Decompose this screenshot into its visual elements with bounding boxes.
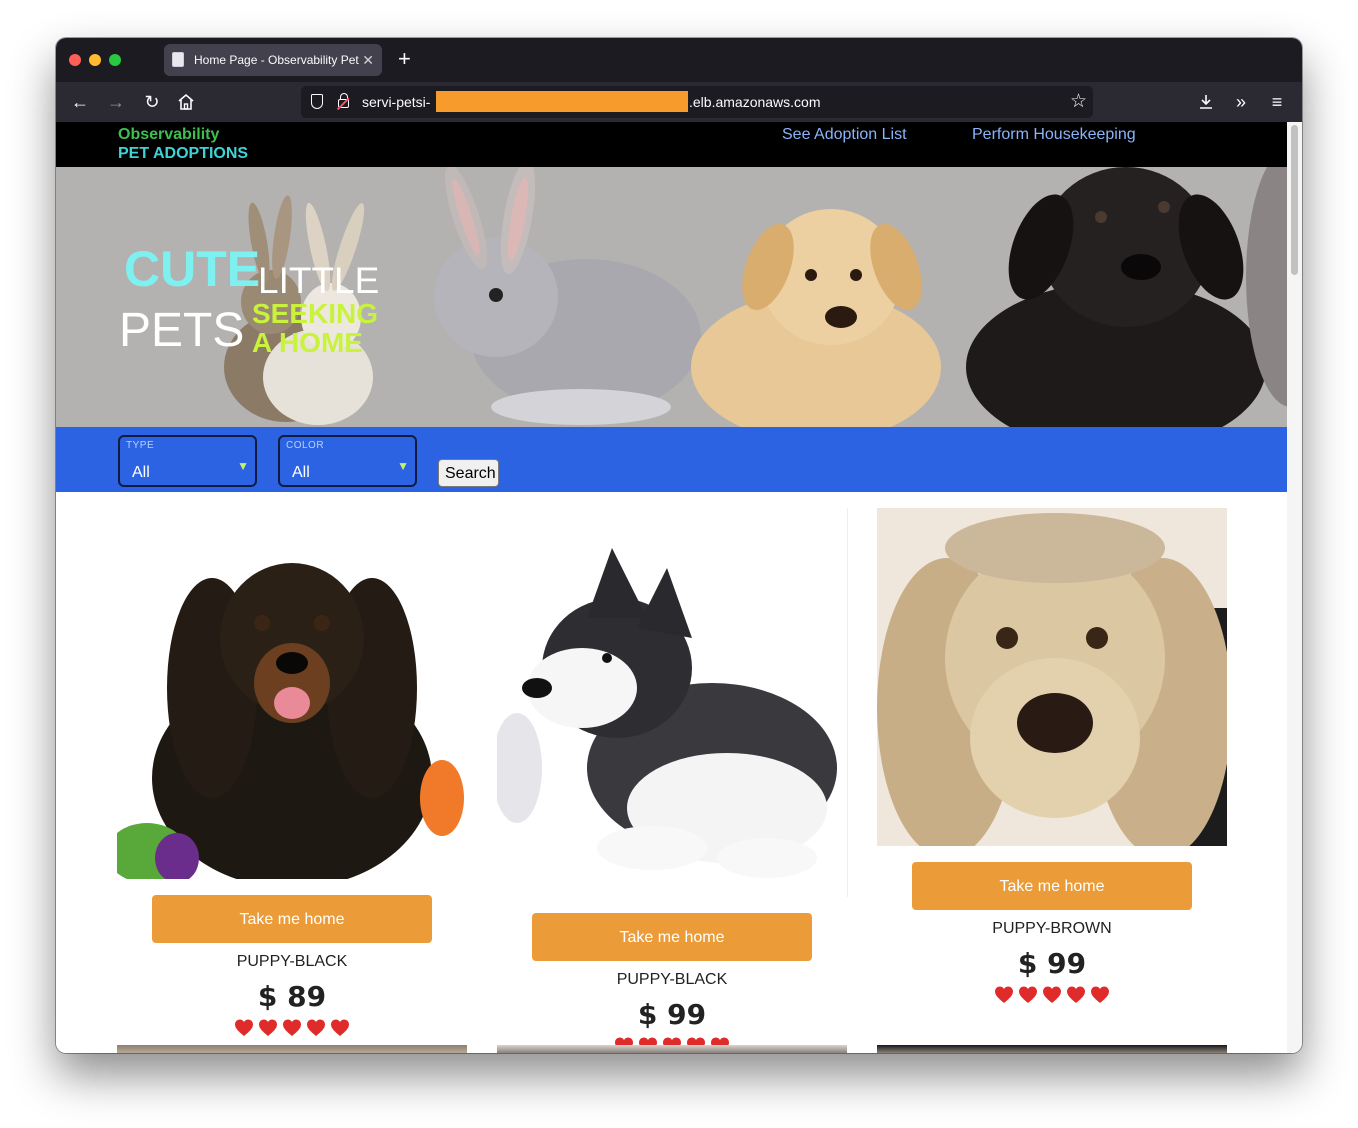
black-puppy-image xyxy=(966,167,1287,427)
heart-icon xyxy=(259,1019,277,1036)
heart-icon xyxy=(1019,986,1037,1003)
hero-word-little: LITTLE xyxy=(258,260,380,301)
pet-photo[interactable] xyxy=(117,508,467,879)
back-icon[interactable]: ← xyxy=(68,90,92,114)
hero-pets-illustration xyxy=(224,167,1287,427)
pet-photo-next-row[interactable] xyxy=(497,1045,847,1053)
type-select-value: All xyxy=(132,464,150,481)
heart-icon xyxy=(995,986,1013,1003)
page-scrollbar[interactable] xyxy=(1287,122,1302,1053)
close-tab-icon[interactable]: ✕ xyxy=(362,44,374,76)
hamburger-menu-icon[interactable]: ≡ xyxy=(1265,90,1289,114)
pet-photo[interactable] xyxy=(877,508,1227,846)
brand-pet-adoptions[interactable]: PET ADOPTIONS xyxy=(118,145,248,163)
chevron-down-icon: ▼ xyxy=(397,459,409,473)
heart-icon xyxy=(331,1019,349,1036)
reload-icon[interactable]: ↻ xyxy=(140,90,164,114)
minimize-window-button[interactable] xyxy=(89,54,101,66)
take-me-home-button[interactable]: Take me home xyxy=(532,913,812,961)
overflow-chevrons-icon[interactable]: » xyxy=(1229,90,1253,114)
tracking-protection-icon[interactable] xyxy=(311,94,323,109)
tab-home-page[interactable]: Home Page - Observability PetA ✕ xyxy=(164,44,382,76)
url-host-suffix: .elb.amazonaws.com xyxy=(689,94,821,110)
pet-price: $ 99 xyxy=(1017,947,1087,980)
navigation-toolbar: ← → ↻ servi-petsi- .elb.amazonaws.com ☆ … xyxy=(56,82,1302,122)
url-host-prefix: servi-petsi- xyxy=(362,94,431,110)
pet-photo-next-row[interactable] xyxy=(117,1045,467,1053)
heart-icon xyxy=(283,1019,301,1036)
pet-photo-next-row[interactable] xyxy=(877,1045,1227,1053)
nav-link-housekeeping[interactable]: Perform Housekeeping xyxy=(972,126,1136,144)
web-page: Observability PET ADOPTIONS See Adoption… xyxy=(56,122,1287,1053)
filter-bar: TYPE All ▼ COLOR All ▼ Search xyxy=(56,427,1287,492)
close-window-button[interactable] xyxy=(69,54,81,66)
pet-price: $ 89 xyxy=(257,980,327,1013)
yellow-puppy-image xyxy=(691,209,941,427)
color-select-label: COLOR xyxy=(286,440,325,451)
tab-strip: Home Page - Observability PetA ✕ + xyxy=(56,38,1302,82)
heart-icon xyxy=(1043,986,1061,1003)
pet-name: PUPPY-BLACK xyxy=(616,971,728,988)
heart-icon xyxy=(1091,986,1109,1003)
pet-name: PUPPY-BLACK xyxy=(236,953,348,970)
address-bar[interactable]: servi-petsi- .elb.amazonaws.com ☆ xyxy=(301,86,1093,118)
nav-link-adoption-list[interactable]: See Adoption List xyxy=(782,126,907,144)
tab-title: Home Page - Observability PetA xyxy=(194,53,359,67)
downloads-icon[interactable] xyxy=(1194,90,1218,114)
zoom-window-button[interactable] xyxy=(109,54,121,66)
heart-icon xyxy=(1067,986,1085,1003)
scrollbar-thumb[interactable] xyxy=(1291,125,1298,275)
hero-word-pets: PETS xyxy=(119,304,245,357)
page-icon xyxy=(172,52,184,67)
new-tab-button[interactable]: + xyxy=(398,48,411,70)
pet-price: $ 99 xyxy=(637,998,707,1031)
brand-observability[interactable]: Observability xyxy=(118,126,219,144)
insecure-lock-icon[interactable] xyxy=(338,93,349,108)
redaction-box xyxy=(436,91,688,112)
pet-rating-hearts xyxy=(117,1018,467,1038)
type-select[interactable]: TYPE All ▼ xyxy=(118,435,257,487)
hero-word-a-home: A HOME xyxy=(252,327,363,358)
pet-rating-hearts xyxy=(877,985,1227,1005)
hero-word-cute: CUTE xyxy=(124,241,261,297)
forward-icon[interactable]: → xyxy=(104,90,128,114)
type-select-label: TYPE xyxy=(126,440,155,451)
heart-icon xyxy=(235,1019,253,1036)
browser-window: Home Page - Observability PetA ✕ + ← → ↻… xyxy=(56,38,1302,1053)
hero-word-seeking: SEEKING xyxy=(252,298,379,329)
take-me-home-button[interactable]: Take me home xyxy=(912,862,1192,910)
color-select-value: All xyxy=(292,464,310,481)
take-me-home-button[interactable]: Take me home xyxy=(152,895,432,943)
pet-photo[interactable] xyxy=(497,508,848,897)
search-button[interactable]: Search xyxy=(438,459,499,487)
color-select[interactable]: COLOR All ▼ xyxy=(278,435,417,487)
home-icon[interactable] xyxy=(174,90,198,114)
heart-icon xyxy=(307,1019,325,1036)
pet-name: PUPPY-BROWN xyxy=(992,920,1112,937)
gray-rabbit-image xyxy=(434,167,701,425)
bookmark-star-icon[interactable]: ☆ xyxy=(1070,86,1087,118)
hero-banner: CUTE LITTLE PETS SEEKING A HOME xyxy=(56,167,1287,427)
site-header: Observability PET ADOPTIONS See Adoption… xyxy=(56,122,1287,167)
chevron-down-icon: ▼ xyxy=(237,459,249,473)
